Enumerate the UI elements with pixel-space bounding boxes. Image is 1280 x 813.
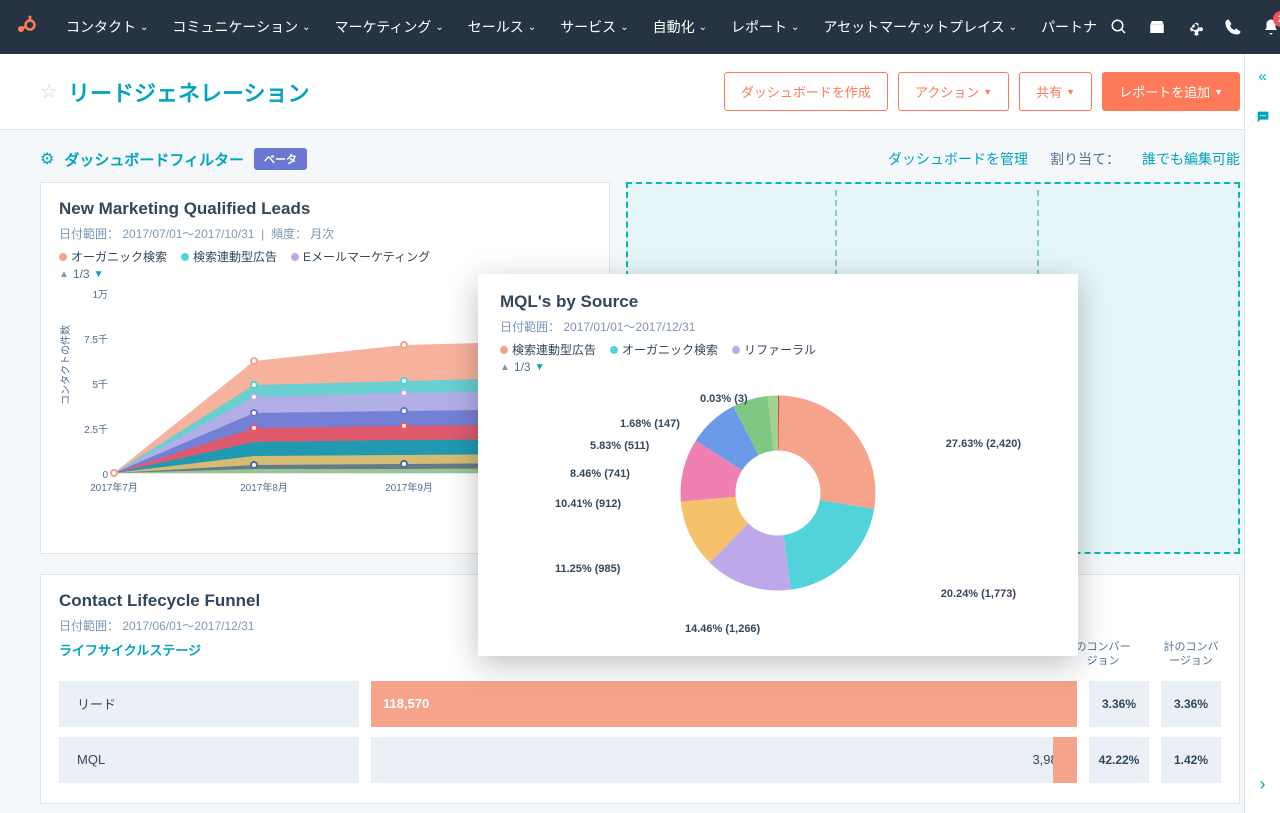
card1-title: New Marketing Qualified Leads <box>59 199 591 219</box>
donut-label-c: 14.46% (1,266) <box>685 623 760 635</box>
float-date-label: 日付範囲： <box>500 320 560 334</box>
beta-badge: ベータ <box>254 148 307 170</box>
card1-freq-value: 月次 <box>310 227 334 241</box>
funnel-name: MQL <box>59 737 359 783</box>
dashboard-filter-link[interactable]: ダッシュボードフィルター <box>64 149 244 170</box>
funnel-stage-label: ライフサイクルステージ <box>59 640 201 659</box>
notifications-icon[interactable]: 2 <box>1261 17 1280 37</box>
favorite-star-icon[interactable]: ☆ <box>40 79 58 104</box>
collapse-rail-icon[interactable]: « <box>1258 68 1266 85</box>
float-legend-referral: リファーラル <box>744 343 816 357</box>
donut-label-g: 5.83% (511) <box>590 440 649 452</box>
conv2: 1.42% <box>1161 737 1221 783</box>
card1-freq-label: 頻度： <box>271 227 307 241</box>
float-pager-text: 1/3 <box>514 360 531 374</box>
share-button[interactable]: 共有▼ <box>1019 72 1092 111</box>
filter-bar: ⚙ ダッシュボードフィルター ベータ ダッシュボードを管理 割り当て： 誰でも編… <box>0 130 1280 182</box>
assign-value-link[interactable]: 誰でも編集可能 <box>1142 149 1240 169</box>
float-legend-paid: 検索連動型広告 <box>512 343 596 357</box>
float-title: MQL's by Source <box>500 292 1056 312</box>
funnel-name: リード <box>59 681 359 727</box>
marketplace-icon[interactable] <box>1147 17 1167 37</box>
conv1: 42.22% <box>1089 737 1149 783</box>
funnel-row-mql: MQL 3,984 42.22% 1.42% <box>59 737 1221 783</box>
float-date-range: 2017/01/01～2017/12/31 <box>563 320 695 334</box>
card1-date-range: 2017/07/01～2017/10/31 <box>122 227 254 241</box>
nav-marketplace[interactable]: アセットマーケットプレイス⌄ <box>811 17 1029 37</box>
svg-text:2017年7月: 2017年7月 <box>90 481 138 494</box>
actions-button[interactable]: アクション▼ <box>898 72 1009 111</box>
pager-next-icon[interactable]: ▼ <box>94 269 104 280</box>
conv2: 3.36% <box>1161 681 1221 727</box>
nav-service[interactable]: サービス⌄ <box>548 17 640 37</box>
top-nav: コンタクト⌄ コミュニケーション⌄ マーケティング⌄ セールス⌄ サービス⌄ 自… <box>0 0 1280 54</box>
chat-icon[interactable] <box>1255 109 1271 130</box>
manage-dashboard-link[interactable]: ダッシュボードを管理 <box>888 149 1028 169</box>
conv-head-1: のコンバージョン <box>1073 640 1133 669</box>
page-title: リードジェネレーション <box>68 76 310 108</box>
legend-email: Eメールマーケティング <box>303 250 430 264</box>
pager-prev-icon[interactable]: ▲ <box>59 269 69 280</box>
svg-text:2017年9月: 2017年9月 <box>385 481 433 494</box>
nav-contacts[interactable]: コンタクト⌄ <box>54 17 160 37</box>
mql-by-source-card: MQL's by Source 日付範囲： 2017/01/01～2017/12… <box>478 274 1078 656</box>
settings-icon[interactable] <box>1185 17 1205 37</box>
float-pager-next-icon[interactable]: ▼ <box>535 362 545 373</box>
pager-text: 1/3 <box>73 267 90 281</box>
donut-label-a: 27.63% (2,420) <box>946 438 1021 450</box>
donut-label-e: 10.41% (912) <box>555 498 621 510</box>
right-rail: « › <box>1244 54 1280 813</box>
nav-sales[interactable]: セールス⌄ <box>456 17 548 37</box>
donut-label-f: 8.46% (741) <box>570 468 630 480</box>
float-legend-organic: オーガニック検索 <box>622 343 718 357</box>
nav-partner[interactable]: パートナ <box>1029 17 1109 37</box>
legend-paid: 検索連動型広告 <box>193 250 277 264</box>
donut-label-h: 1.68% (147) <box>620 418 680 430</box>
assign-label: 割り当て： <box>1050 149 1120 169</box>
add-report-button[interactable]: レポートを追加▼ <box>1102 72 1240 111</box>
conv1: 3.36% <box>1089 681 1149 727</box>
svg-text:7.5千: 7.5千 <box>84 334 108 346</box>
funnel-row-lead: リード 118,570 3.36% 3.36% <box>59 681 1221 727</box>
card2-date-range: 2017/06/01～2017/12/31 <box>122 619 254 633</box>
hubspot-logo-icon[interactable] <box>14 14 38 40</box>
expand-rail-icon[interactable]: › <box>1260 774 1266 795</box>
float-pager-prev-icon[interactable]: ▲ <box>500 362 510 373</box>
svg-text:1万: 1万 <box>92 290 108 301</box>
card2-date-label: 日付範囲： <box>59 619 119 633</box>
nav-marketing[interactable]: マーケティング⌄ <box>323 17 456 37</box>
search-icon[interactable] <box>1109 17 1129 37</box>
conv-head-2: 計のコンバージョン <box>1161 640 1221 669</box>
svg-text:5千: 5千 <box>92 379 108 391</box>
svg-text:2.5千: 2.5千 <box>84 424 108 436</box>
nav-communication[interactable]: コミュニケーション⌄ <box>160 17 322 37</box>
filter-icon[interactable]: ⚙ <box>40 149 54 169</box>
svg-text:コンタクトの件数: コンタクトの件数 <box>59 325 72 405</box>
svg-text:0: 0 <box>102 470 108 481</box>
phone-icon[interactable] <box>1223 17 1243 37</box>
create-dashboard-button[interactable]: ダッシュボードを作成 <box>724 72 888 111</box>
donut-label-d: 11.25% (985) <box>555 563 620 575</box>
donut-label-b: 20.24% (1,773) <box>941 588 1016 600</box>
nav-items: コンタクト⌄ コミュニケーション⌄ マーケティング⌄ セールス⌄ サービス⌄ 自… <box>54 17 1109 37</box>
legend-organic: オーガニック検索 <box>71 250 167 264</box>
nav-automation[interactable]: 自動化⌄ <box>641 17 719 37</box>
donut-chart <box>663 378 893 608</box>
nav-reports[interactable]: レポート⌄ <box>719 17 811 37</box>
donut-label-i: 0.03% (3) <box>700 393 748 405</box>
page-header: ☆ リードジェネレーション ダッシュボードを作成 アクション▼ 共有▼ レポート… <box>0 54 1280 130</box>
svg-text:2017年8月: 2017年8月 <box>240 481 288 494</box>
card1-date-label: 日付範囲： <box>59 227 119 241</box>
